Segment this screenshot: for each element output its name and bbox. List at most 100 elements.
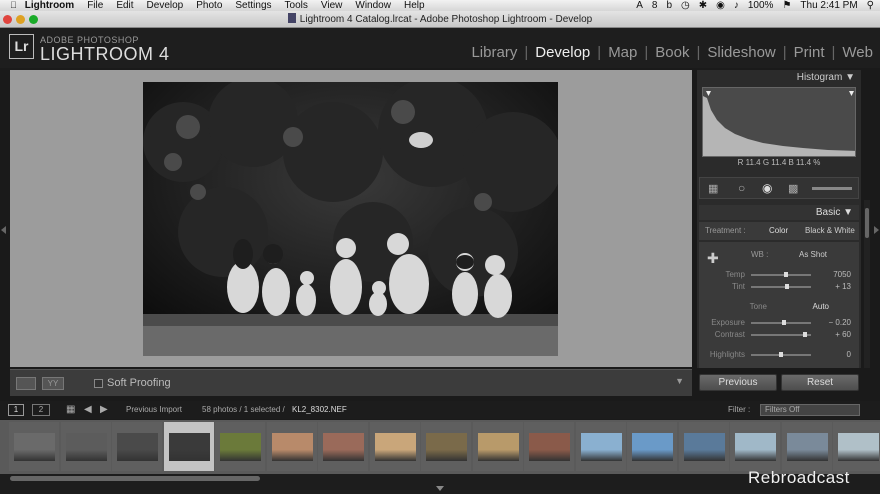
right-panel-scrollbar[interactable] (864, 200, 870, 368)
time-machine-icon[interactable]: ◷ (681, 0, 690, 11)
slider-track[interactable] (751, 286, 811, 288)
primary-display-button[interactable]: 1 (8, 404, 24, 416)
slider-tint[interactable]: Tint + 13 (699, 282, 859, 292)
source-label[interactable]: Previous Import (126, 401, 182, 419)
basic-header[interactable]: Basic ▼ (699, 205, 859, 220)
menu-app[interactable]: Lightroom (25, 0, 74, 11)
adjustment-brush-icon[interactable] (812, 187, 852, 190)
module-library[interactable]: Library (464, 44, 524, 61)
filmstrip-thumbnail[interactable] (369, 422, 420, 471)
slider-value[interactable]: + 60 (835, 330, 851, 339)
battery-text[interactable]: 100% (748, 0, 774, 11)
collapse-left-arrow-icon[interactable] (1, 226, 6, 234)
filmstrip-thumbnail[interactable] (524, 422, 574, 471)
module-develop[interactable]: Develop (528, 44, 597, 61)
grid-icon[interactable]: ▦ (66, 401, 75, 419)
graduated-filter-icon[interactable]: ▩ (788, 182, 798, 195)
filmstrip-thumbnail[interactable] (833, 422, 880, 471)
soft-proofing[interactable]: Soft Proofing (94, 377, 171, 389)
filmstrip-thumbnail[interactable] (678, 422, 729, 471)
photo-preview[interactable] (143, 82, 558, 356)
back-arrow-icon[interactable]: ◀ (84, 401, 92, 419)
filmstrip-thumbnail[interactable] (266, 422, 317, 471)
spotlight-icon[interactable]: ⚲ (867, 0, 874, 11)
filter-dropdown[interactable]: Filters Off (760, 404, 860, 416)
menu-help[interactable]: Help (404, 0, 425, 11)
treatment-color[interactable]: Color (769, 222, 788, 240)
menu-photo[interactable]: Photo (196, 0, 222, 11)
before-after-button[interactable]: YY (42, 377, 64, 390)
menu-view[interactable]: View (321, 0, 343, 11)
slider-value[interactable]: − 0.20 (829, 318, 851, 327)
slider-contrast[interactable]: Contrast + 60 (699, 330, 859, 340)
bluetooth-icon[interactable]: ✱ (699, 0, 707, 11)
filmstrip-thumbnail[interactable] (472, 422, 523, 471)
slider-value[interactable]: 7050 (833, 270, 851, 279)
previous-button[interactable]: Previous (699, 374, 777, 391)
minimize-button[interactable] (16, 15, 25, 24)
spot-removal-icon[interactable]: ○ (738, 181, 745, 195)
module-slideshow[interactable]: Slideshow (700, 44, 782, 61)
flag-icon[interactable]: ⚑ (782, 0, 791, 11)
filmstrip-thumbnail[interactable] (163, 422, 214, 471)
slider-value[interactable]: + 13 (835, 282, 851, 291)
module-web[interactable]: Web (835, 44, 880, 61)
zoom-button[interactable] (29, 15, 38, 24)
forward-arrow-icon[interactable]: ▶ (100, 401, 108, 419)
module-print[interactable]: Print (787, 44, 832, 61)
apple-icon[interactable]:  (10, 0, 17, 11)
wifi-icon[interactable]: ◉ (716, 0, 725, 11)
toolbar-menu-icon[interactable]: ▼ (675, 376, 684, 386)
filmstrip-thumbnail[interactable] (318, 422, 368, 471)
adobe-icon[interactable]: A (636, 0, 643, 11)
collapse-right-arrow-icon[interactable] (874, 226, 879, 234)
reset-button[interactable]: Reset (781, 374, 859, 391)
volume-icon[interactable]: ♪ (734, 0, 739, 11)
menu-edit[interactable]: Edit (116, 0, 133, 11)
slider-track[interactable] (751, 274, 811, 276)
collapse-bottom-arrow-icon[interactable] (436, 486, 444, 491)
wb-value[interactable]: As Shot (799, 250, 827, 259)
filmstrip-thumbnail[interactable] (730, 422, 780, 471)
filmstrip-thumbnail[interactable] (421, 422, 471, 471)
filmstrip-thumbnail[interactable] (60, 422, 111, 471)
scrollbar-thumb[interactable] (10, 476, 260, 481)
slider-value[interactable]: 0 (847, 350, 851, 359)
red-eye-icon[interactable]: ◉ (762, 181, 772, 195)
slider-temp[interactable]: Temp 7050 (699, 270, 859, 280)
filmstrip-thumbnail[interactable] (9, 422, 59, 471)
filmstrip-thumbnail[interactable] (575, 422, 626, 471)
soft-proofing-checkbox[interactable] (94, 378, 103, 388)
tone-auto-button[interactable]: Auto (813, 302, 829, 311)
close-button[interactable] (3, 15, 12, 24)
slider-knob[interactable] (782, 320, 786, 325)
filmstrip-thumbnail[interactable] (627, 422, 677, 471)
slider-knob[interactable] (803, 332, 807, 337)
histogram[interactable] (702, 87, 856, 157)
module-map[interactable]: Map (601, 44, 644, 61)
clock[interactable]: Thu 2:41 PM (800, 0, 857, 11)
slider-highlights[interactable]: Highlights 0 (699, 350, 859, 360)
eyedropper-icon[interactable]: ✚ (707, 250, 719, 267)
treatment-black-white[interactable]: Black & White (805, 222, 855, 240)
menu-tools[interactable]: Tools (285, 0, 308, 11)
filmstrip-thumbnail[interactable] (112, 422, 162, 471)
scrollbar-thumb[interactable] (865, 208, 869, 238)
slider-track[interactable] (751, 322, 811, 324)
beats-icon[interactable]: b (666, 0, 672, 11)
module-book[interactable]: Book (648, 44, 696, 61)
menu-settings[interactable]: Settings (235, 0, 271, 11)
histogram-header[interactable]: Histogram ▼ (697, 70, 861, 86)
slider-knob[interactable] (783, 272, 788, 277)
filmstrip-thumbnail[interactable] (215, 422, 265, 471)
slider-knob[interactable] (779, 352, 783, 357)
slider-track[interactable] (751, 334, 811, 336)
slider-exposure[interactable]: Exposure − 0.20 (699, 318, 859, 328)
menu-develop[interactable]: Develop (147, 0, 184, 11)
menu-window[interactable]: Window (355, 0, 391, 11)
crop-icon[interactable]: ▦ (708, 182, 718, 195)
secondary-display-button[interactable]: 2 (32, 404, 50, 416)
selected-filename[interactable]: KL2_8302.NEF (292, 401, 347, 419)
loupe-view-button[interactable] (16, 377, 36, 390)
filmstrip-thumbnail[interactable] (781, 422, 832, 471)
